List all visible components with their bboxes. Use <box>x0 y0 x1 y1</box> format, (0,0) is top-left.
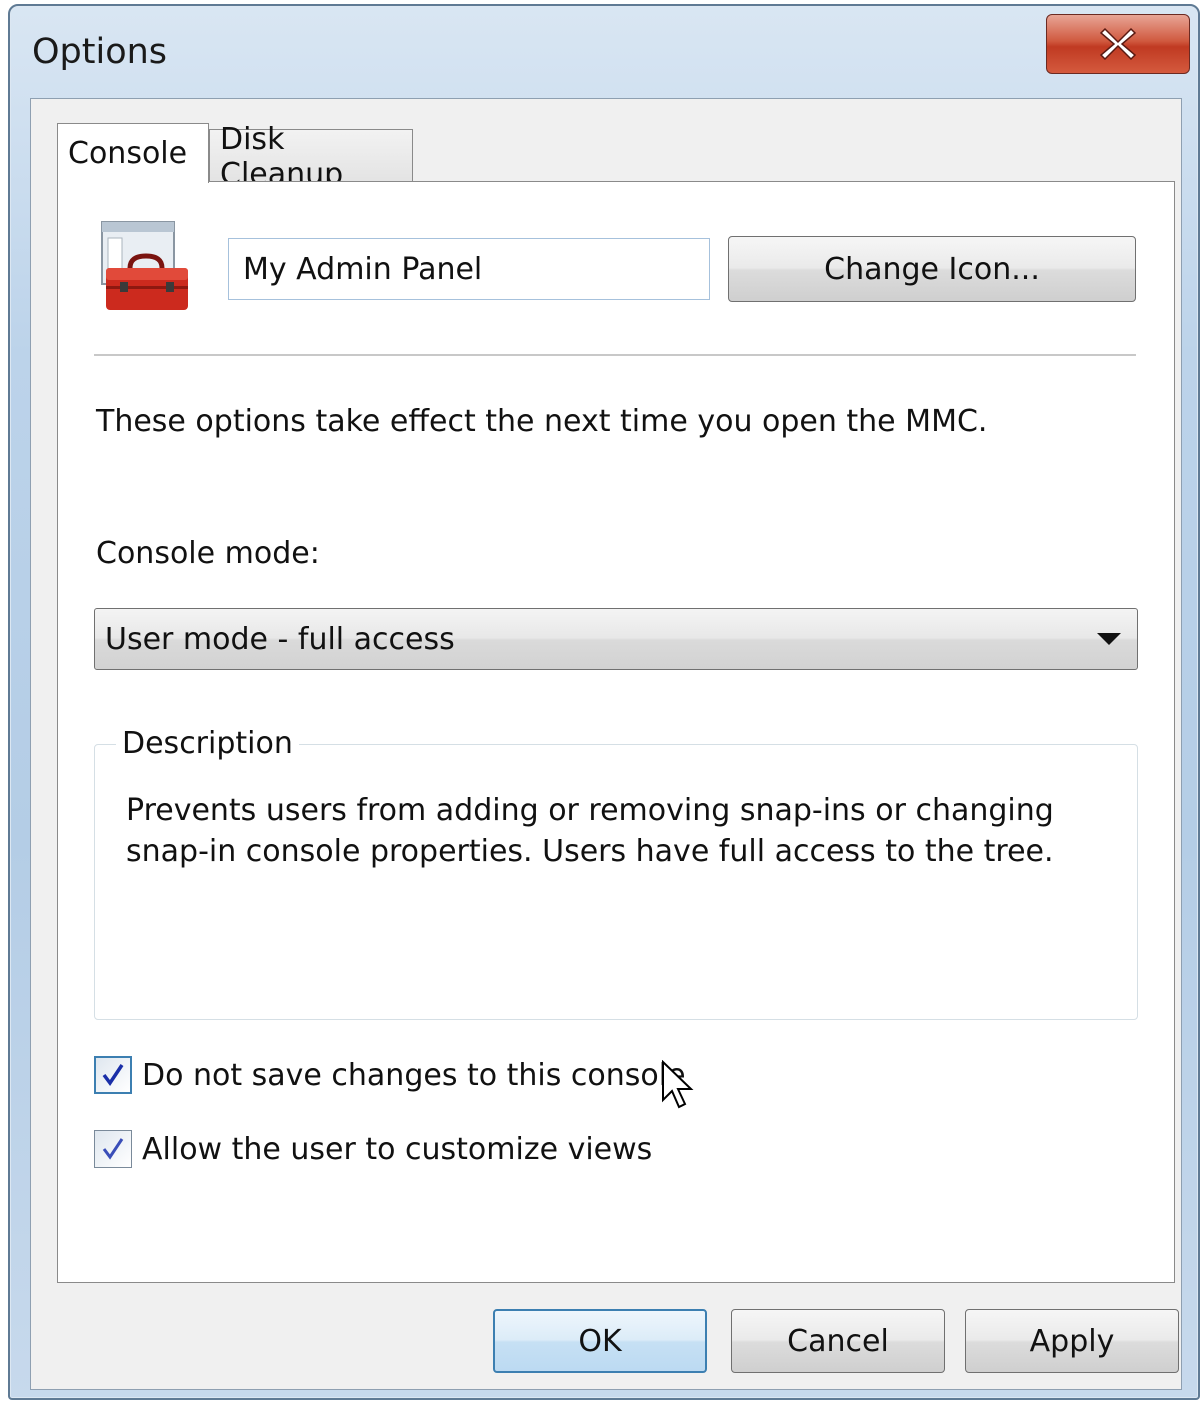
console-tab-panel: Change Icon... These options take effect… <box>57 181 1175 1283</box>
cancel-button[interactable]: Cancel <box>731 1309 945 1373</box>
close-icon <box>1099 27 1137 61</box>
description-text: Prevents users from adding or removing s… <box>126 793 1054 869</box>
customize-views-checkbox[interactable] <box>94 1130 132 1168</box>
mouse-pointer-icon <box>662 1060 694 1109</box>
console-mode-label: Console mode: <box>96 536 320 571</box>
customize-views-checkbox-label: Allow the user to customize views <box>142 1131 653 1167</box>
description-legend: Description <box>116 726 299 761</box>
mmc-note-text: These options take effect the next time … <box>96 404 988 439</box>
console-mode-dropdown[interactable]: User mode - full access <box>94 608 1138 670</box>
console-mode-value: User mode - full access <box>105 621 455 657</box>
ok-button[interactable]: OK <box>493 1309 707 1373</box>
no-save-checkbox-label: Do not save changes to this console <box>142 1057 686 1093</box>
checkbox-row-customize-views[interactable]: Allow the user to customize views <box>94 1130 652 1168</box>
console-name-input[interactable] <box>228 238 710 300</box>
toolbox-icon <box>101 221 188 310</box>
checkmark-icon <box>102 1138 124 1160</box>
divider <box>94 354 1136 356</box>
options-dialog: Options Console Disk Cleanup Change Icon… <box>8 4 1200 1400</box>
tab-console[interactable]: Console <box>57 123 209 183</box>
close-button[interactable] <box>1046 14 1190 74</box>
description-groupbox <box>94 744 1138 1020</box>
checkbox-row-no-save[interactable]: Do not save changes to this console <box>94 1056 686 1094</box>
change-icon-button[interactable]: Change Icon... <box>728 236 1136 302</box>
chevron-down-icon <box>1097 633 1121 645</box>
tab-disk-cleanup[interactable]: Disk Cleanup <box>209 122 413 192</box>
dialog-client-area: Console Disk Cleanup Change Icon... Thes… <box>30 98 1182 1390</box>
apply-button[interactable]: Apply <box>965 1309 1179 1373</box>
checkmark-icon <box>102 1064 124 1087</box>
window-title: Options <box>32 32 168 72</box>
no-save-checkbox[interactable] <box>94 1056 132 1094</box>
